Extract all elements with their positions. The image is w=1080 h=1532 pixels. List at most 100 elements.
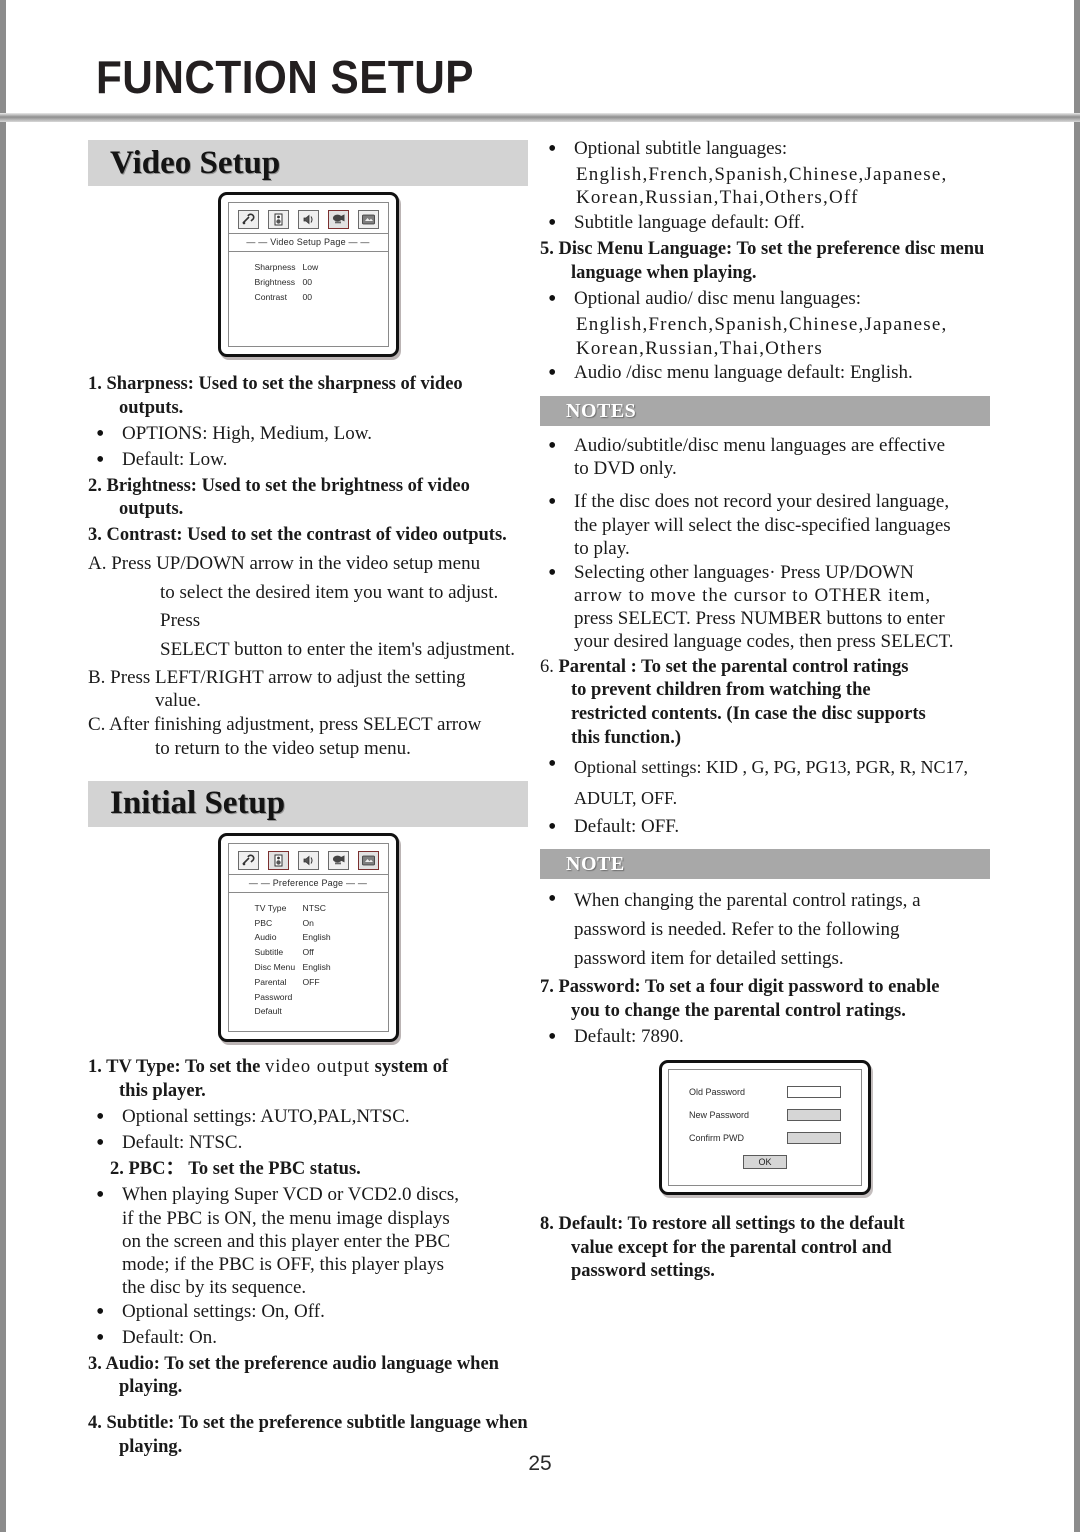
osd-row[interactable]: Subtitle Off (229, 945, 388, 960)
video-camera-icon (327, 850, 349, 870)
note-2-line2: the player will select the disc-specifie… (574, 514, 951, 536)
speaker-icon (267, 850, 289, 870)
password-dialog: Old Password New Password Confirm PWD OK (659, 1059, 871, 1195)
right-item-6-line2: to prevent children from watching the (571, 680, 871, 701)
video-item-3: 3. Contrast: Used to set the contrast of… (88, 524, 507, 545)
initial-item-2: 2. PBC： To set the PBC status. (110, 1158, 361, 1179)
video-step-a: A. Press UP/DOWN arrow in the video setu… (88, 550, 528, 666)
right-item-6: 6. Parental : To set the parental contro… (540, 656, 990, 751)
note-header-bar: NOTE (540, 849, 990, 880)
right-item-5: 5. Disc Menu Language: To set the prefer… (540, 238, 985, 283)
initial-item-2-bullet-3: Default: On. (88, 1324, 528, 1352)
right-item-6-b1-line2: ADULT, OFF. (574, 787, 678, 808)
new-password-label: New Password (689, 1109, 750, 1120)
initial-item-2-b1-line2: if the PBC is ON, the menu image display… (122, 1207, 450, 1229)
right-item-5-bullet-2: Audio /disc menu language default: Engli… (540, 359, 990, 387)
note-4-line2: password is needed. Refer to the followi… (574, 919, 900, 941)
osd-page-title-preference: — — Preference Page — — (248, 877, 368, 888)
osd-page-title-video: — — Video Setup Page — — (246, 237, 370, 247)
old-password-input[interactable] (787, 1085, 841, 1098)
new-password-input[interactable] (787, 1108, 841, 1121)
osd-row[interactable]: Contrast 00 (229, 290, 388, 305)
right-item-8-line2: value except for the parental control an… (571, 1237, 892, 1258)
video-setup-osd-wrapper: — — Video Setup Page — — Sharpness Low B… (88, 192, 528, 357)
osd-row-value: NTSC (302, 902, 326, 913)
osd-row[interactable]: Parental OFF (229, 975, 388, 990)
note-4-line3: password item for detailed settings. (574, 947, 844, 969)
confirm-password-input[interactable] (787, 1131, 841, 1144)
osd-row-value (303, 990, 373, 1005)
osd-row[interactable]: Brightness 00 (229, 275, 388, 290)
confirm-password-row: Confirm PWD (689, 1131, 841, 1144)
osd-row-value: On (302, 917, 314, 928)
tool-icon (237, 850, 259, 870)
osd-row-key: Subtitle (254, 947, 284, 958)
item5-languages-line2: Korean,Russian,Thai,Others (576, 337, 824, 359)
osd-icon-row (229, 844, 388, 874)
note-1: Audio/subtitle/disc menu languages are e… (540, 432, 990, 480)
video-item-1-bullet-1: OPTIONS: High, Medium, Low. (88, 420, 528, 448)
note-2-line3: to play. (574, 537, 630, 559)
section-title-initial-setup: Initial Setup (110, 785, 286, 822)
osd-row[interactable]: Audio English (229, 930, 388, 945)
osd-row-value: English (302, 932, 331, 943)
section-title-video-setup: Video Setup (110, 144, 281, 181)
video-item-1: 1. Sharpness: Used to set the sharpness … (88, 373, 463, 418)
section-bar-video-setup: Video Setup (88, 140, 528, 186)
right-item-6-b1-line1: Optional settings: KID , G, PG, PG13, PG… (574, 757, 969, 778)
osd-row[interactable]: Sharpness Low (229, 260, 388, 275)
notes-header-bar: NOTES (540, 396, 990, 427)
osd-row[interactable]: PBC On (229, 916, 388, 931)
audio-icon (297, 850, 319, 870)
note-3: Selecting other languages· Press UP/DOWN… (540, 559, 990, 654)
note-header-label: NOTE (566, 852, 625, 875)
page-number: 25 (528, 1452, 552, 1475)
note-1-line1: Audio/subtitle/disc menu languages are e… (574, 435, 946, 457)
right-column: Optional subtitle languages: English,Fre… (540, 135, 990, 1286)
osd-row[interactable]: Disc Menu English (229, 960, 388, 975)
subtitle-bullet-1: Optional subtitle languages: (540, 135, 990, 163)
osd-row-value: OFF (302, 976, 320, 987)
section-bar-initial-setup: Initial Setup (88, 780, 528, 827)
right-item-7: 7. Password: To set a four digit passwor… (540, 976, 990, 1023)
note-3-line1: Selecting other languages· Press UP/DOWN (574, 561, 914, 583)
initial-item-2-bullet-1: When playing Super VCD or VCD2.0 discs, … (88, 1181, 528, 1299)
page-border-right (1074, 0, 1080, 1532)
new-password-row: New Password (689, 1108, 841, 1121)
right-item-6-line4: this function.) (571, 727, 681, 748)
initial-item-3: 3. Audio: To set the preference audio la… (88, 1353, 499, 1398)
note-3-line4: your desired language codes, then press … (574, 631, 954, 653)
page-title: FUNCTION SETUP (96, 51, 474, 103)
initial-item-1-bullet-2: Default: NTSC. (88, 1129, 528, 1157)
left-column: Video Setup — — Video Setup Page — — Sha… (88, 140, 528, 1461)
initial-item-1-part-b: system of (374, 1057, 449, 1078)
right-item-6-line3: restricted contents. (In case the disc s… (571, 703, 926, 724)
initial-item-1-part-a: 1. TV Type: To set the (88, 1057, 261, 1078)
osd-rows-preference: TV Type NTSC PBC On Audio English Subtit… (229, 893, 388, 1031)
note-1-line2: to DVD only. (574, 458, 677, 480)
video-step-a-line3: SELECT button to enter the item's adjust… (160, 639, 516, 661)
note-2-line1: If the disc does not record your desired… (574, 491, 950, 513)
osd-row-key: Password (254, 991, 293, 1002)
right-item-6-number: 6. (540, 656, 554, 677)
osd-row-key: Parental (254, 976, 287, 987)
osd-row[interactable]: Password (229, 990, 388, 1005)
right-item-7-line2: you to change the parental control ratin… (571, 1000, 906, 1021)
osd-row-value: Off (302, 947, 314, 958)
subtitle-languages-line2: Korean,Russian,Thai,Others,Off (576, 187, 859, 209)
video-step-b: B. Press LEFT/RIGHT arrow to adjust the … (88, 666, 528, 712)
video-step-c-line1: C. After finishing adjustment, press SEL… (88, 714, 482, 736)
video-step-a-line2: to select the desired item you want to a… (160, 581, 499, 632)
osd-row[interactable]: TV Type NTSC (229, 901, 388, 916)
video-setup-osd: — — Video Setup Page — — Sharpness Low B… (217, 192, 399, 357)
right-item-8: 8. Default: To restore all settings to t… (540, 1213, 990, 1284)
ok-button[interactable]: OK (743, 1154, 787, 1169)
osd-row-key: Audio (254, 932, 277, 943)
right-item-6-bullet-2: Default: OFF. (540, 813, 990, 841)
old-password-label: Old Password (689, 1086, 746, 1097)
osd-rows-video: Sharpness Low Brightness 00 Contrast 00 (229, 252, 388, 346)
osd-row[interactable]: Default (229, 1004, 388, 1019)
subtitle-languages-line1: English,French,Spanish,Chinese,Japanese, (576, 163, 948, 185)
osd-row-key: Sharpness (254, 262, 296, 272)
right-item-8-line3: password settings. (571, 1261, 715, 1282)
